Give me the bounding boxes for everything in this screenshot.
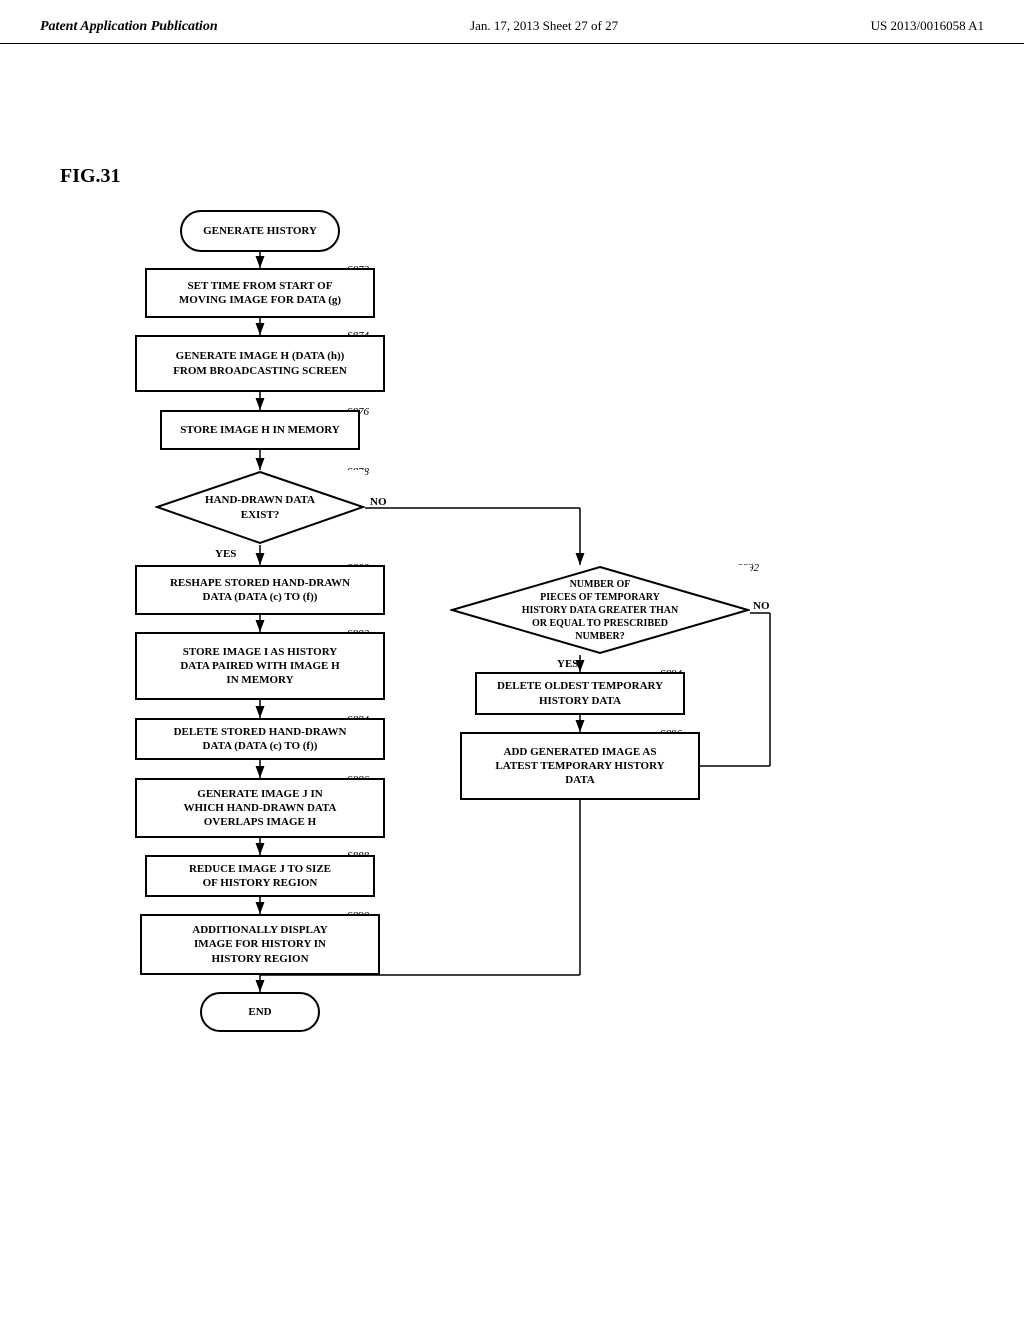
set-time-node: SET TIME FROM START OF MOVING IMAGE FOR … [145, 268, 375, 318]
generate-image-j-node: GENERATE IMAGE J IN WHICH HAND-DRAWN DAT… [135, 778, 385, 838]
date-sheet-label: Jan. 17, 2013 Sheet 27 of 27 [470, 18, 618, 34]
hand-drawn-node: HAND-DRAWN DATA EXIST? [155, 470, 365, 545]
yes-label: YES [215, 548, 236, 560]
add-generated-node: ADD GENERATED IMAGE AS LATEST TEMPORARY … [460, 732, 700, 800]
patent-number-label: US 2013/0016058 A1 [871, 18, 984, 34]
additionally-display-node: ADDITIONALLY DISPLAY IMAGE FOR HISTORY I… [140, 914, 380, 975]
generate-image-h-node: GENERATE IMAGE H (DATA (h)) FROM BROADCA… [135, 335, 385, 392]
number-of-pieces-node: NUMBER OF PIECES OF TEMPORARY HISTORY DA… [450, 565, 750, 655]
publication-label: Patent Application Publication [40, 19, 218, 35]
end-node: END [200, 992, 320, 1032]
no-label: NO [370, 496, 387, 508]
fig-label: FIG.31 [60, 165, 121, 188]
delete-oldest-node: DELETE OLDEST TEMPORARY HISTORY DATA [475, 672, 685, 715]
page-header: Patent Application Publication Jan. 17, … [0, 0, 1024, 44]
reshape-node: RESHAPE STORED HAND-DRAWN DATA (DATA (c)… [135, 565, 385, 615]
store-image-i-node: STORE IMAGE I AS HISTORY DATA PAIRED WIT… [135, 632, 385, 700]
reduce-image-j-node: REDUCE IMAGE J TO SIZE OF HISTORY REGION [145, 855, 375, 897]
no2-label: NO [753, 600, 770, 612]
generate-history-node: GENERATE HISTORY [180, 210, 340, 252]
store-image-h-node: STORE IMAGE H IN MEMORY [160, 410, 360, 450]
delete-hand-drawn-node: DELETE STORED HAND-DRAWN DATA (DATA (c) … [135, 718, 385, 760]
yes2-label: YES [557, 658, 578, 670]
